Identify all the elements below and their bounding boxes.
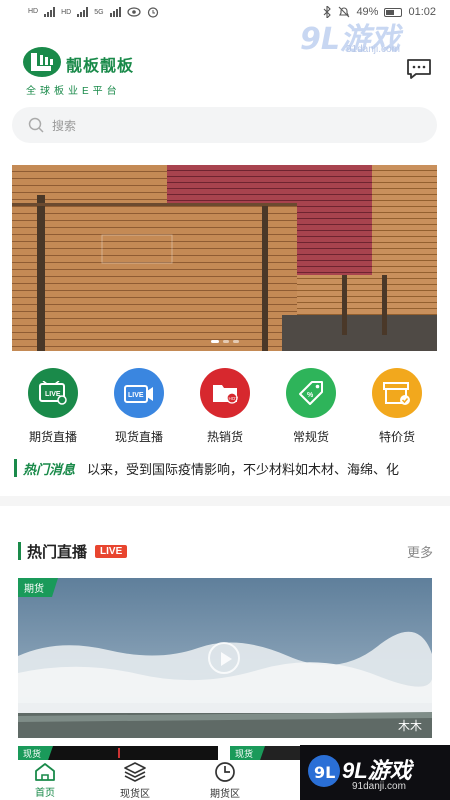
category-spot-live[interactable]: LIVE 现货直播 — [97, 368, 181, 448]
price-tag-icon: % — [286, 368, 336, 418]
carousel-dot[interactable] — [232, 340, 239, 343]
network-hd-label-2: HD — [61, 8, 72, 16]
tab-label: 现货区 — [120, 788, 150, 800]
watermark-logo-icon: 9L — [308, 755, 340, 787]
tab-home[interactable]: 首页 — [0, 760, 90, 800]
search-placeholder[interactable]: 搜索 — [52, 117, 76, 134]
category-label: 常规货 — [292, 430, 329, 444]
status-left: HD HD 5G — [28, 6, 159, 18]
category-hot-sale[interactable]: HOT 热销货 — [183, 368, 267, 448]
signal-icon — [44, 7, 56, 17]
section-divider — [0, 496, 450, 506]
hot-news-ticker[interactable]: 热门消息 以来，受到国际疫情影响，不少材料如木材、海绵、化 — [14, 455, 436, 481]
tab-label: 首页 — [35, 787, 55, 799]
tab-futures[interactable]: 期货区 — [180, 760, 270, 800]
category-special-price[interactable]: 特价货 — [355, 368, 439, 448]
tab-label: 期货区 — [210, 788, 240, 800]
layers-icon — [124, 761, 146, 782]
live-badge: LIVE — [95, 544, 128, 558]
banner-carousel[interactable] — [12, 165, 437, 351]
camera-live-icon: LIVE — [114, 368, 164, 418]
live-video-card[interactable]: 期货 木木 — [18, 578, 432, 738]
video-type-tag: 现货 — [230, 746, 266, 761]
thumbnail-detail — [118, 748, 120, 758]
svg-text:9L: 9L — [314, 763, 335, 782]
network-5g-label: 5G — [94, 8, 104, 16]
play-icon[interactable] — [208, 642, 240, 674]
video-type-tag: 现货 — [18, 746, 54, 761]
hot-live-title: 热门直播 — [27, 543, 88, 561]
svg-text:HOT: HOT — [229, 396, 239, 401]
clock-icon — [215, 761, 235, 782]
eye-icon — [126, 7, 141, 17]
carousel-dots — [12, 340, 437, 343]
chat-bubble-icon[interactable] — [406, 58, 432, 80]
tv-live-icon: LIVE — [28, 368, 78, 418]
category-label: 特价货 — [378, 430, 415, 444]
category-grid: LIVE 期货直播 LIVE 现货直播 HOT 热销货 % 常规货 特价货 — [0, 368, 450, 448]
hot-news-accent-bar — [14, 459, 17, 477]
hot-live-accent-bar — [18, 542, 21, 560]
svg-text:LIVE: LIVE — [128, 392, 144, 399]
svg-text:%: % — [307, 392, 314, 399]
search-bar[interactable]: 搜索 — [12, 107, 437, 143]
carousel-dot-active[interactable] — [210, 340, 219, 343]
brand-subtitle: 全球板业E平台 — [26, 86, 121, 97]
hot-live-header: 热门直播 LIVE 更多 — [18, 540, 433, 562]
app-header: 靓板靓板 全球板业E平台 — [0, 40, 450, 100]
signal-icon-2 — [77, 7, 89, 17]
clock-time: 01:02 — [408, 6, 436, 18]
search-icon — [28, 117, 44, 133]
brand-title: 靓板靓板 — [66, 58, 135, 75]
category-futures-live[interactable]: LIVE 期货直播 — [11, 368, 95, 448]
home-icon — [35, 762, 55, 781]
live-card-2[interactable]: 现货 — [18, 746, 218, 761]
box-check-icon — [372, 368, 422, 418]
watermark-bottom: 9L 9L游戏 91danji.com — [300, 745, 450, 800]
category-regular[interactable]: % 常规货 — [269, 368, 353, 448]
carousel-dot[interactable] — [222, 340, 229, 343]
network-hd-label: HD — [28, 8, 39, 15]
watermark-domain-bottom: 91danji.com — [352, 781, 406, 792]
video-owner-name: 木木 — [397, 719, 422, 733]
tab-spot[interactable]: 现货区 — [90, 760, 180, 800]
hot-news-text[interactable]: 以来，受到国际疫情影响，不少材料如木材、海绵、化 — [87, 459, 399, 478]
brand-logo-icon — [23, 47, 61, 77]
hot-news-title: 热门消息 — [23, 461, 76, 477]
video-type-tag: 期货 — [18, 578, 58, 597]
category-label: 期货直播 — [28, 430, 77, 444]
alarm-icon — [147, 7, 158, 18]
category-label: 现货直播 — [114, 430, 163, 444]
more-link[interactable]: 更多 — [407, 542, 433, 561]
hot-folder-icon: HOT — [200, 368, 250, 418]
wifi-signal-icon — [109, 7, 121, 17]
category-label: 热销货 — [206, 430, 243, 444]
banner-lumber-image — [12, 165, 437, 351]
live-card-3[interactable]: 现货 — [230, 746, 300, 761]
